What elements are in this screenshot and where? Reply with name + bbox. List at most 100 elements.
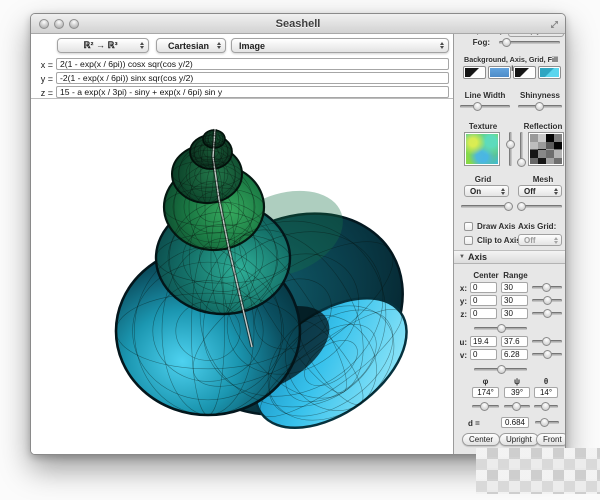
axis-x-label: x:: [458, 284, 467, 293]
equation-z-input[interactable]: [56, 86, 449, 98]
draw-axis-label: Draw Axis: [477, 222, 515, 231]
equation-x-label: x =: [36, 60, 53, 70]
popup-stepper-icon: [140, 42, 144, 49]
line-width-slider[interactable]: [460, 102, 510, 111]
popup-stepper-icon: [217, 42, 221, 49]
axis-x-center-field[interactable]: [470, 282, 497, 293]
coordinates-popup[interactable]: Cartesian: [156, 38, 226, 53]
popup-stepper-icon: [501, 188, 505, 195]
center-column-header: Center: [472, 271, 500, 280]
display-mode-popup[interactable]: Image: [231, 38, 449, 53]
equation-header: ℝ² → ℝ³ Cartesian Image x = y = z =: [31, 34, 453, 99]
transparency-label: Transparency:: [458, 34, 506, 35]
zoom-button[interactable]: [69, 19, 79, 29]
phi-slider[interactable]: [472, 402, 499, 411]
axis-y-center-field[interactable]: [470, 295, 497, 306]
minimize-button[interactable]: [54, 19, 64, 29]
equation-x-input[interactable]: [56, 58, 449, 70]
theta-field[interactable]: [534, 387, 558, 398]
axis-y-label: y:: [458, 297, 467, 306]
phi-field[interactable]: [472, 387, 499, 398]
popup-stepper-icon: [554, 237, 558, 244]
axis-x-slider[interactable]: [532, 283, 562, 292]
app-window: Seashell ℝ² → ℝ³ Cartesian Image: [30, 13, 566, 455]
clip-to-axis-checkbox[interactable]: [464, 236, 473, 245]
seashell-3d-plot: [31, 99, 453, 455]
axis-u-range-field[interactable]: [501, 336, 528, 347]
uv-scale-slider[interactable]: [474, 365, 527, 374]
d-slider[interactable]: [535, 418, 559, 427]
fog-label: Fog:: [454, 38, 490, 47]
phi-symbol: φ: [472, 377, 499, 386]
shininess-label: Shinyness: [516, 91, 564, 100]
axis-u-center-field[interactable]: [470, 336, 497, 347]
axis-z-label: z:: [458, 310, 467, 319]
equation-y-input[interactable]: [56, 72, 449, 84]
domain-popup[interactable]: ℝ² → ℝ³: [57, 38, 149, 53]
center-button[interactable]: Center: [462, 433, 500, 446]
xyz-scale-slider[interactable]: [474, 324, 527, 333]
axis-z-range-field[interactable]: [501, 308, 528, 319]
texture-label: Texture: [460, 122, 506, 131]
fullscreen-icon[interactable]: [550, 20, 559, 29]
reflection-label: Reflection: [520, 122, 565, 131]
axis-section-title: Axis: [468, 252, 487, 262]
transparency-popup[interactable]: Multiply: [508, 34, 564, 37]
close-button[interactable]: [39, 19, 49, 29]
axis-v-range-field[interactable]: [501, 349, 528, 360]
grid-color-well[interactable]: [513, 66, 536, 79]
mesh-popup[interactable]: Off: [518, 185, 562, 197]
d-field[interactable]: [501, 417, 529, 428]
reflection-thumbnail[interactable]: [528, 132, 564, 166]
mesh-label: Mesh: [520, 175, 565, 184]
equation-y-label: y =: [36, 74, 53, 84]
disclosure-triangle-icon[interactable]: ▼: [459, 254, 465, 260]
plot-canvas[interactable]: [31, 99, 453, 455]
texture-thumbnail[interactable]: [464, 132, 500, 166]
theta-slider[interactable]: [534, 402, 558, 411]
fill-color-well[interactable]: [538, 66, 561, 79]
axis-z-center-field[interactable]: [470, 308, 497, 319]
d-label: d =: [468, 419, 486, 428]
range-column-header: Range: [502, 271, 529, 280]
popup-stepper-icon: [440, 42, 444, 49]
popup-stepper-icon: [554, 188, 558, 195]
axis-u-label: u:: [458, 338, 467, 347]
axis-grid-label: Axis Grid:: [518, 222, 556, 231]
clip-to-axis-label: Clip to Axis: [477, 236, 521, 245]
axis-v-slider[interactable]: [532, 350, 562, 359]
window-title: Seashell: [31, 18, 565, 30]
psi-symbol: ψ: [504, 377, 530, 386]
upright-button[interactable]: Upright: [499, 433, 539, 446]
grid-popup[interactable]: On: [464, 185, 509, 197]
line-width-label: Line Width: [460, 91, 510, 100]
grid-density-slider[interactable]: [461, 202, 511, 211]
axis-y-slider[interactable]: [532, 296, 562, 305]
psi-slider[interactable]: [504, 402, 530, 411]
theta-symbol: θ: [534, 377, 558, 386]
draw-axis-checkbox[interactable]: [464, 222, 473, 231]
equation-z-label: z =: [36, 88, 53, 98]
psi-field[interactable]: [504, 387, 530, 398]
front-button[interactable]: Front: [536, 433, 565, 446]
color-wells-row: [463, 66, 561, 79]
axis-y-range-field[interactable]: [501, 295, 528, 306]
shininess-slider[interactable]: [518, 102, 562, 111]
axis-u-slider[interactable]: [532, 337, 562, 346]
axis-section-header[interactable]: ▼ Axis: [454, 250, 565, 264]
title-bar[interactable]: Seashell: [31, 14, 565, 34]
axis-grid-popup[interactable]: Off: [518, 234, 562, 246]
background-color-well[interactable]: [463, 66, 486, 79]
axis-x-range-field[interactable]: [501, 282, 528, 293]
axis-v-label: v:: [458, 351, 467, 360]
axis-z-slider[interactable]: [532, 309, 562, 318]
inspector-panel: Transparency: Multiply Fog: Background, …: [453, 34, 565, 455]
reflection-amount-slider[interactable]: [517, 132, 526, 166]
axis-v-center-field[interactable]: [470, 349, 497, 360]
grid-label: Grid: [460, 175, 506, 184]
fog-slider[interactable]: [499, 38, 560, 47]
axis-color-well[interactable]: [488, 66, 511, 79]
mesh-density-slider[interactable]: [518, 202, 562, 211]
censored-watermark: [476, 448, 600, 494]
texture-amount-slider[interactable]: [506, 132, 515, 166]
